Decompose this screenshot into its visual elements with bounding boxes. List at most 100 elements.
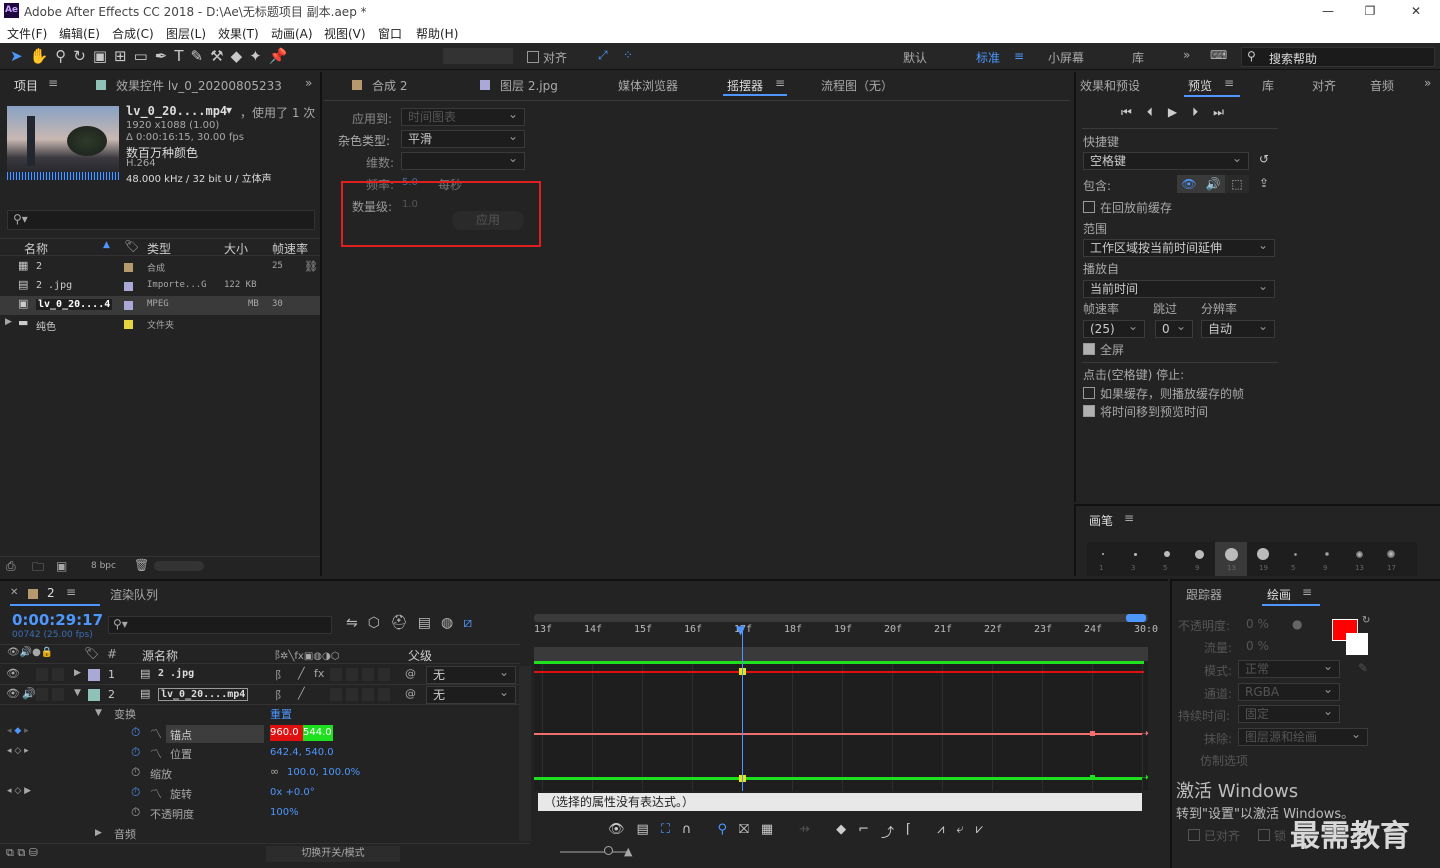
frame-blending-icon[interactable]: ▤ — [418, 615, 431, 631]
transform-twirl-icon[interactable]: ▼ — [95, 708, 102, 718]
stopwatch-icon[interactable]: ⏱ — [131, 805, 140, 820]
current-time-indicator[interactable]: ▼ — [736, 623, 745, 791]
snap-graph-icon[interactable]: ∩ — [682, 822, 692, 841]
zoom-slider[interactable] — [560, 846, 630, 855]
menu-help[interactable]: 帮助(H) — [416, 25, 458, 42]
menu-layer[interactable]: 图层(L) — [166, 25, 206, 42]
puppet-pin-tool-icon[interactable]: 📌 — [269, 47, 288, 65]
brush-tip[interactable]: 9 — [1311, 542, 1343, 576]
label-swatch[interactable] — [124, 301, 133, 310]
shy-switch-icon[interactable]: ⻏ — [270, 667, 281, 683]
workspace-overflow-icon[interactable]: » — [1183, 48, 1190, 62]
eyedropper-icon[interactable]: ✎ — [1358, 661, 1368, 675]
opacity-value[interactable]: 100% — [270, 807, 299, 818]
tab-center-3[interactable]: 摇摆器 — [727, 77, 763, 94]
zoom-in-icon[interactable]: ▲ — [624, 845, 632, 858]
layer-row[interactable]: 👁 🔊 ▼ 2 ▤ lv_0_20....mp4 ⻏ ╱ @ 无 — [0, 684, 520, 705]
menu-composition[interactable]: 合成(C) — [112, 25, 154, 42]
label-swatch[interactable] — [124, 320, 133, 329]
tab-center-2[interactable]: 媒体浏览器 — [618, 77, 678, 94]
preview-menu-icon[interactable]: ≡ — [1224, 76, 1234, 90]
flowchart-icon[interactable]: ⛓ — [304, 260, 318, 273]
snap-grid-icon[interactable]: ⁘ — [623, 48, 633, 62]
label-swatch[interactable] — [88, 689, 100, 701]
brush-menu-icon[interactable]: ≡ — [1124, 511, 1134, 525]
column-type[interactable]: 类型 — [147, 240, 171, 257]
tab-center-4[interactable]: 流程图（无） — [821, 77, 893, 94]
fps-dropdown[interactable]: (25) — [1083, 318, 1145, 338]
layer-switches-icon[interactable]: ⧉ ⧉ ⛁ — [6, 846, 38, 860]
separate-dims-icon[interactable]: ⇸ — [799, 822, 810, 841]
menu-animation[interactable]: 动画(A) — [271, 25, 313, 42]
selection-tool-icon[interactable]: ➤ — [10, 47, 23, 65]
comp-mini-flowchart-icon[interactable]: ⇋ — [346, 615, 358, 631]
label-swatch[interactable] — [124, 282, 133, 291]
transform-box-icon[interactable]: ⛶ — [661, 822, 670, 841]
range-dropdown[interactable]: 工作区域按当前时间延伸 — [1083, 237, 1275, 257]
eraser-tool-icon[interactable]: ◆ — [231, 47, 243, 65]
work-area-bar[interactable] — [534, 614, 1148, 622]
rectangle-tool-icon[interactable]: ▭ — [134, 47, 148, 65]
constrain-link-icon[interactable]: ∞ — [270, 765, 279, 778]
include-video-icon[interactable]: 👁 — [1177, 175, 1201, 193]
brush-tip[interactable]: 3 — [1119, 542, 1151, 576]
erase-dropdown[interactable]: 图层源和绘画 — [1238, 726, 1368, 746]
new-comp-icon[interactable]: ▣ — [56, 559, 67, 573]
column-fps[interactable]: 帧速率 — [272, 240, 308, 257]
fit-selection-icon[interactable]: ⚲ — [717, 822, 727, 841]
tab-tracker[interactable]: 跟踪器 — [1186, 586, 1222, 603]
quality-switch-icon[interactable]: ╱ — [298, 687, 305, 700]
tab-center-1[interactable]: 图层 2.jpg — [500, 77, 558, 94]
fit-all-icon[interactable]: ⛝ — [739, 822, 749, 841]
workspace-standard[interactable]: 标准 — [976, 49, 1000, 66]
timeline-search-input[interactable]: ⚲▾ — [108, 616, 332, 634]
menu-file[interactable]: 文件(F) — [7, 25, 47, 42]
brush-tip[interactable]: 19 — [1247, 542, 1279, 576]
stopwatch-icon[interactable]: ⏱ — [131, 765, 140, 780]
snap-option-icon[interactable]: ⤢ — [598, 48, 608, 63]
locked-checkbox[interactable] — [1258, 829, 1270, 841]
tab-project[interactable]: 项目 — [14, 77, 38, 94]
current-timecode[interactable]: 0:00:29:17 — [12, 611, 103, 629]
position-value[interactable]: 642.4, 540.0 — [270, 747, 334, 758]
graph-options-icon[interactable]: ▤ — [637, 822, 649, 841]
parent-dropdown[interactable]: 无 — [426, 664, 516, 684]
fullscreen-checkbox[interactable] — [1083, 343, 1095, 355]
brush-tip[interactable]: 5 — [1279, 542, 1311, 576]
include-audio-icon[interactable]: 🔊 — [1201, 175, 1225, 193]
keyframe-nav-icon[interactable]: ◂ ◇ ▶ — [7, 786, 31, 796]
roto-brush-tool-icon[interactable]: ✦ — [249, 47, 262, 65]
background-color-swatch[interactable] — [1346, 633, 1368, 655]
edit-keyframe-icon[interactable]: ▦ — [761, 822, 773, 841]
shy-layers-icon[interactable]: ⛑ — [390, 615, 408, 631]
first-frame-icon[interactable]: ⏮ — [1121, 105, 1132, 120]
convert-hold-icon[interactable]: ◆ — [836, 822, 846, 841]
label-swatch[interactable] — [124, 263, 133, 272]
comp-menu-icon[interactable]: ≡ — [66, 585, 76, 599]
brush-tip[interactable]: 5 — [1151, 542, 1183, 576]
keyframe-nav-icon[interactable]: ◂ ◆ ▸ — [7, 726, 29, 736]
help-search-box[interactable]: ⚲ 搜索帮助 — [1241, 47, 1435, 67]
opacity-value[interactable]: 0 % — [1246, 617, 1269, 631]
column-parent[interactable]: 父级 — [408, 647, 432, 664]
motion-blur-icon[interactable]: ◍ — [441, 615, 453, 631]
mode-dropdown[interactable]: 正常 — [1238, 658, 1340, 678]
pen-tool-icon[interactable]: ✒ — [155, 47, 168, 65]
close-button[interactable]: ✕ — [1396, 0, 1436, 22]
new-folder-icon[interactable]: 🗀 — [32, 558, 44, 579]
project-scrollbar[interactable] — [154, 561, 204, 571]
paint-menu-icon[interactable]: ≡ — [1302, 585, 1312, 599]
channel-dropdown[interactable]: RGBA — [1238, 681, 1340, 701]
column-source-name[interactable]: 源名称 — [142, 647, 178, 664]
menu-view[interactable]: 视图(V) — [324, 25, 366, 42]
stopwatch-icon[interactable]: ⏱ — [131, 725, 140, 740]
project-search-input[interactable]: ⚲▾ — [7, 210, 315, 230]
shortcut-dropdown[interactable]: 空格键 — [1083, 150, 1249, 170]
convert-auto-bezier-icon[interactable]: ⤴ — [881, 822, 894, 841]
label-swatch[interactable] — [88, 669, 100, 681]
reset-icon[interactable]: ↺ — [1259, 152, 1269, 166]
easy-ease-in-icon[interactable]: ⩘ — [937, 822, 944, 841]
tab-render-queue[interactable]: 渲染队列 — [110, 586, 158, 603]
swap-colors-icon[interactable]: ↻ — [1362, 615, 1370, 626]
snap-checkbox[interactable] — [527, 51, 539, 63]
